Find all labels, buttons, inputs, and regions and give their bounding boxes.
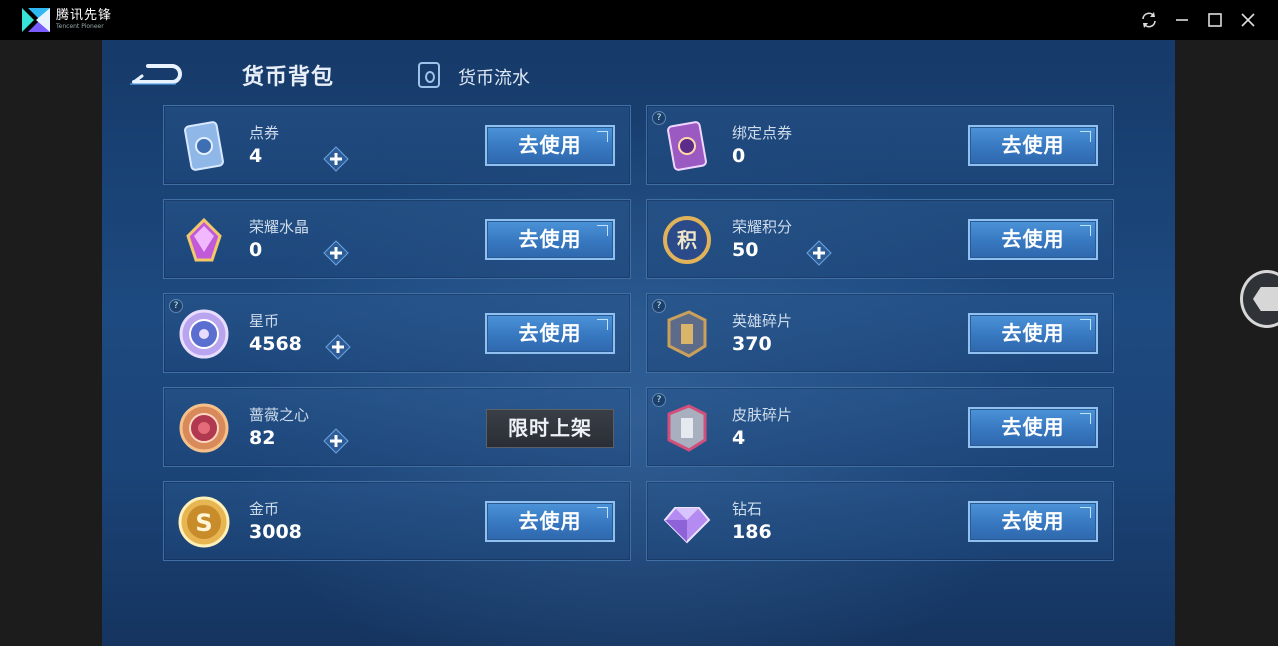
diamond-icon (663, 507, 711, 544)
coupon-card-icon (184, 121, 224, 171)
use-button[interactable]: 去使用 (485, 501, 615, 542)
rose-heart-icon (179, 403, 229, 453)
currency-name: 荣耀积分 (732, 218, 793, 236)
bound-coupon-card-icon (667, 121, 707, 171)
help-icon[interactable]: ? (169, 299, 183, 313)
currency-card: 钻石 186 去使用 (646, 481, 1114, 561)
app-logo-icon (22, 8, 50, 32)
help-icon[interactable]: ? (652, 393, 666, 407)
close-icon[interactable] (1238, 10, 1258, 30)
svg-text:积: 积 (677, 228, 697, 252)
currency-value: 82 (249, 427, 276, 449)
currency-name: 英雄碎片 (732, 312, 793, 330)
use-button[interactable]: 去使用 (968, 219, 1098, 260)
use-button[interactable]: 去使用 (968, 407, 1098, 448)
refresh-icon[interactable] (1139, 10, 1159, 30)
glory-points-icon: 积 (663, 216, 711, 264)
add-currency-icon[interactable] (323, 428, 349, 454)
currency-value: 50 (732, 239, 759, 261)
back-arrow-icon[interactable] (128, 60, 184, 88)
add-currency-icon[interactable] (323, 240, 349, 266)
currency-card: 荣耀水晶 0 去使用 (163, 199, 631, 279)
currency-card: ? 皮肤碎片 4 去使用 (646, 387, 1114, 467)
currency-name: 金币 (249, 500, 280, 518)
currency-card: ? 英雄碎片 370 去使用 (646, 293, 1114, 373)
currency-value: 3008 (249, 521, 302, 543)
svg-text:S: S (195, 509, 212, 537)
currency-name: 点券 (249, 124, 280, 142)
glory-crystal-icon (186, 217, 222, 262)
add-currency-icon[interactable] (323, 146, 349, 172)
app-subtitle: Tencent Pioneer (56, 23, 104, 30)
use-button[interactable]: 去使用 (968, 313, 1098, 354)
currency-value: 0 (732, 145, 746, 167)
currency-value: 4 (249, 145, 263, 167)
title-bar: 腾讯先锋 Tencent Pioneer (0, 0, 1278, 40)
currency-name: 星币 (249, 312, 280, 330)
currency-card: ? 绑定点券 0 去使用 (646, 105, 1114, 185)
currency-value: 4568 (249, 333, 302, 355)
star-coin-icon (179, 309, 229, 359)
side-panel-handle-icon (1253, 287, 1278, 311)
game-viewport: 货币背包 货币流水 点券 4 去使用? 绑定点券 0 去使用 荣耀水晶 0 去使用积荣耀积分 50… (102, 40, 1175, 646)
currency-value: 370 (732, 333, 772, 355)
currency-card: 积 荣耀积分 50 去使用 (646, 199, 1114, 279)
use-button[interactable]: 去使用 (968, 501, 1098, 542)
maximize-icon[interactable] (1205, 10, 1225, 30)
use-button[interactable]: 去使用 (485, 219, 615, 260)
currency-value: 4 (732, 427, 746, 449)
currency-name: 钻石 (732, 500, 763, 518)
skin-fragment-icon (667, 404, 707, 452)
right-gutter (1175, 40, 1278, 646)
use-button[interactable]: 去使用 (485, 125, 615, 166)
currency-card: 蔷薇之心 82 限时上架 (163, 387, 631, 467)
app-title: 腾讯先锋 (56, 8, 113, 23)
currency-value: 186 (732, 521, 772, 543)
limited-time-button[interactable]: 限时上架 (486, 409, 614, 448)
tab-currency-flow-label: 货币流水 (458, 68, 530, 89)
use-button[interactable]: 去使用 (968, 125, 1098, 166)
currency-flow-icon (418, 62, 440, 88)
currency-name: 皮肤碎片 (732, 406, 793, 424)
left-gutter (0, 40, 102, 646)
currency-card: S 金币 3008 去使用 (163, 481, 631, 561)
gold-coin-icon: S (178, 496, 230, 548)
currency-card: 点券 4 去使用 (163, 105, 631, 185)
add-currency-icon[interactable] (806, 240, 832, 266)
minimize-icon[interactable] (1172, 10, 1192, 30)
hero-fragment-icon (667, 310, 707, 358)
help-icon[interactable]: ? (652, 299, 666, 313)
tab-currency-bag[interactable]: 货币背包 (242, 59, 334, 91)
currency-name: 绑定点券 (732, 124, 793, 142)
currency-name: 蔷薇之心 (249, 406, 310, 424)
currency-value: 0 (249, 239, 263, 261)
currency-name: 荣耀水晶 (249, 218, 310, 236)
help-icon[interactable]: ? (652, 111, 666, 125)
add-currency-icon[interactable] (325, 334, 351, 360)
use-button[interactable]: 去使用 (485, 313, 615, 354)
currency-card: ? 星币 4568 去使用 (163, 293, 631, 373)
